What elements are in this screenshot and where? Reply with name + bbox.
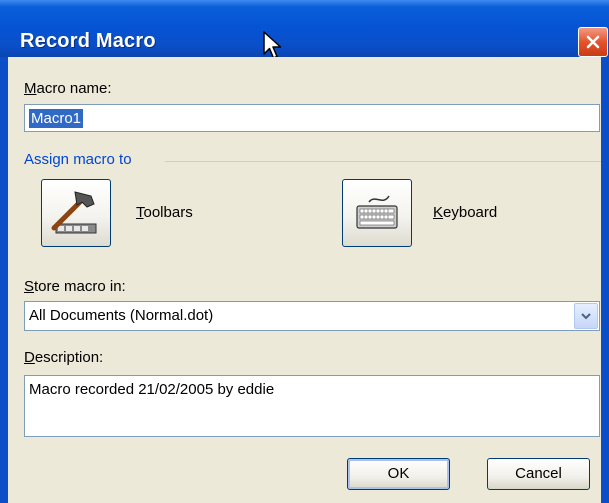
assign-macro-group-label: Assign macro to — [24, 151, 132, 168]
toolbars-button[interactable] — [41, 179, 111, 247]
window-frame-left — [0, 57, 8, 503]
description-textarea[interactable]: Macro recorded 21/02/2005 by eddie — [24, 375, 600, 437]
store-macro-select[interactable]: All Documents (Normal.dot) — [24, 301, 600, 331]
group-divider — [165, 161, 601, 162]
macro-name-label: Macro name: — [24, 80, 112, 97]
toolbars-label: Toolbars — [136, 204, 193, 221]
description-label: Description: — [24, 349, 104, 366]
dropdown-button[interactable] — [574, 303, 598, 329]
title-bar[interactable]: Record Macro — [0, 0, 609, 59]
store-macro-label: Store macro in: — [24, 278, 126, 295]
dialog-title: Record Macro — [20, 30, 156, 52]
macro-name-value: Macro1 — [29, 109, 84, 128]
keyboard-icon — [356, 195, 398, 229]
cancel-button[interactable]: Cancel — [487, 458, 590, 490]
keyboard-button[interactable] — [342, 179, 412, 247]
macro-name-input[interactable]: Macro1 — [24, 104, 600, 132]
close-button[interactable] — [578, 27, 608, 57]
description-value: Macro recorded 21/02/2005 by eddie — [29, 381, 275, 398]
record-macro-dialog: Record Macro Macro name: Macro1 Assign m… — [0, 0, 609, 503]
ok-button[interactable]: OK — [347, 458, 450, 490]
close-icon — [586, 35, 600, 49]
store-macro-value: All Documents (Normal.dot) — [29, 307, 214, 324]
chevron-down-icon — [581, 313, 591, 320]
dialog-content: Macro name: Macro1 Assign macro to Toolb… — [8, 57, 601, 503]
keyboard-label: Keyboard — [433, 204, 498, 221]
hammer-toolbar-icon — [51, 191, 97, 234]
window-frame-right — [601, 57, 609, 503]
